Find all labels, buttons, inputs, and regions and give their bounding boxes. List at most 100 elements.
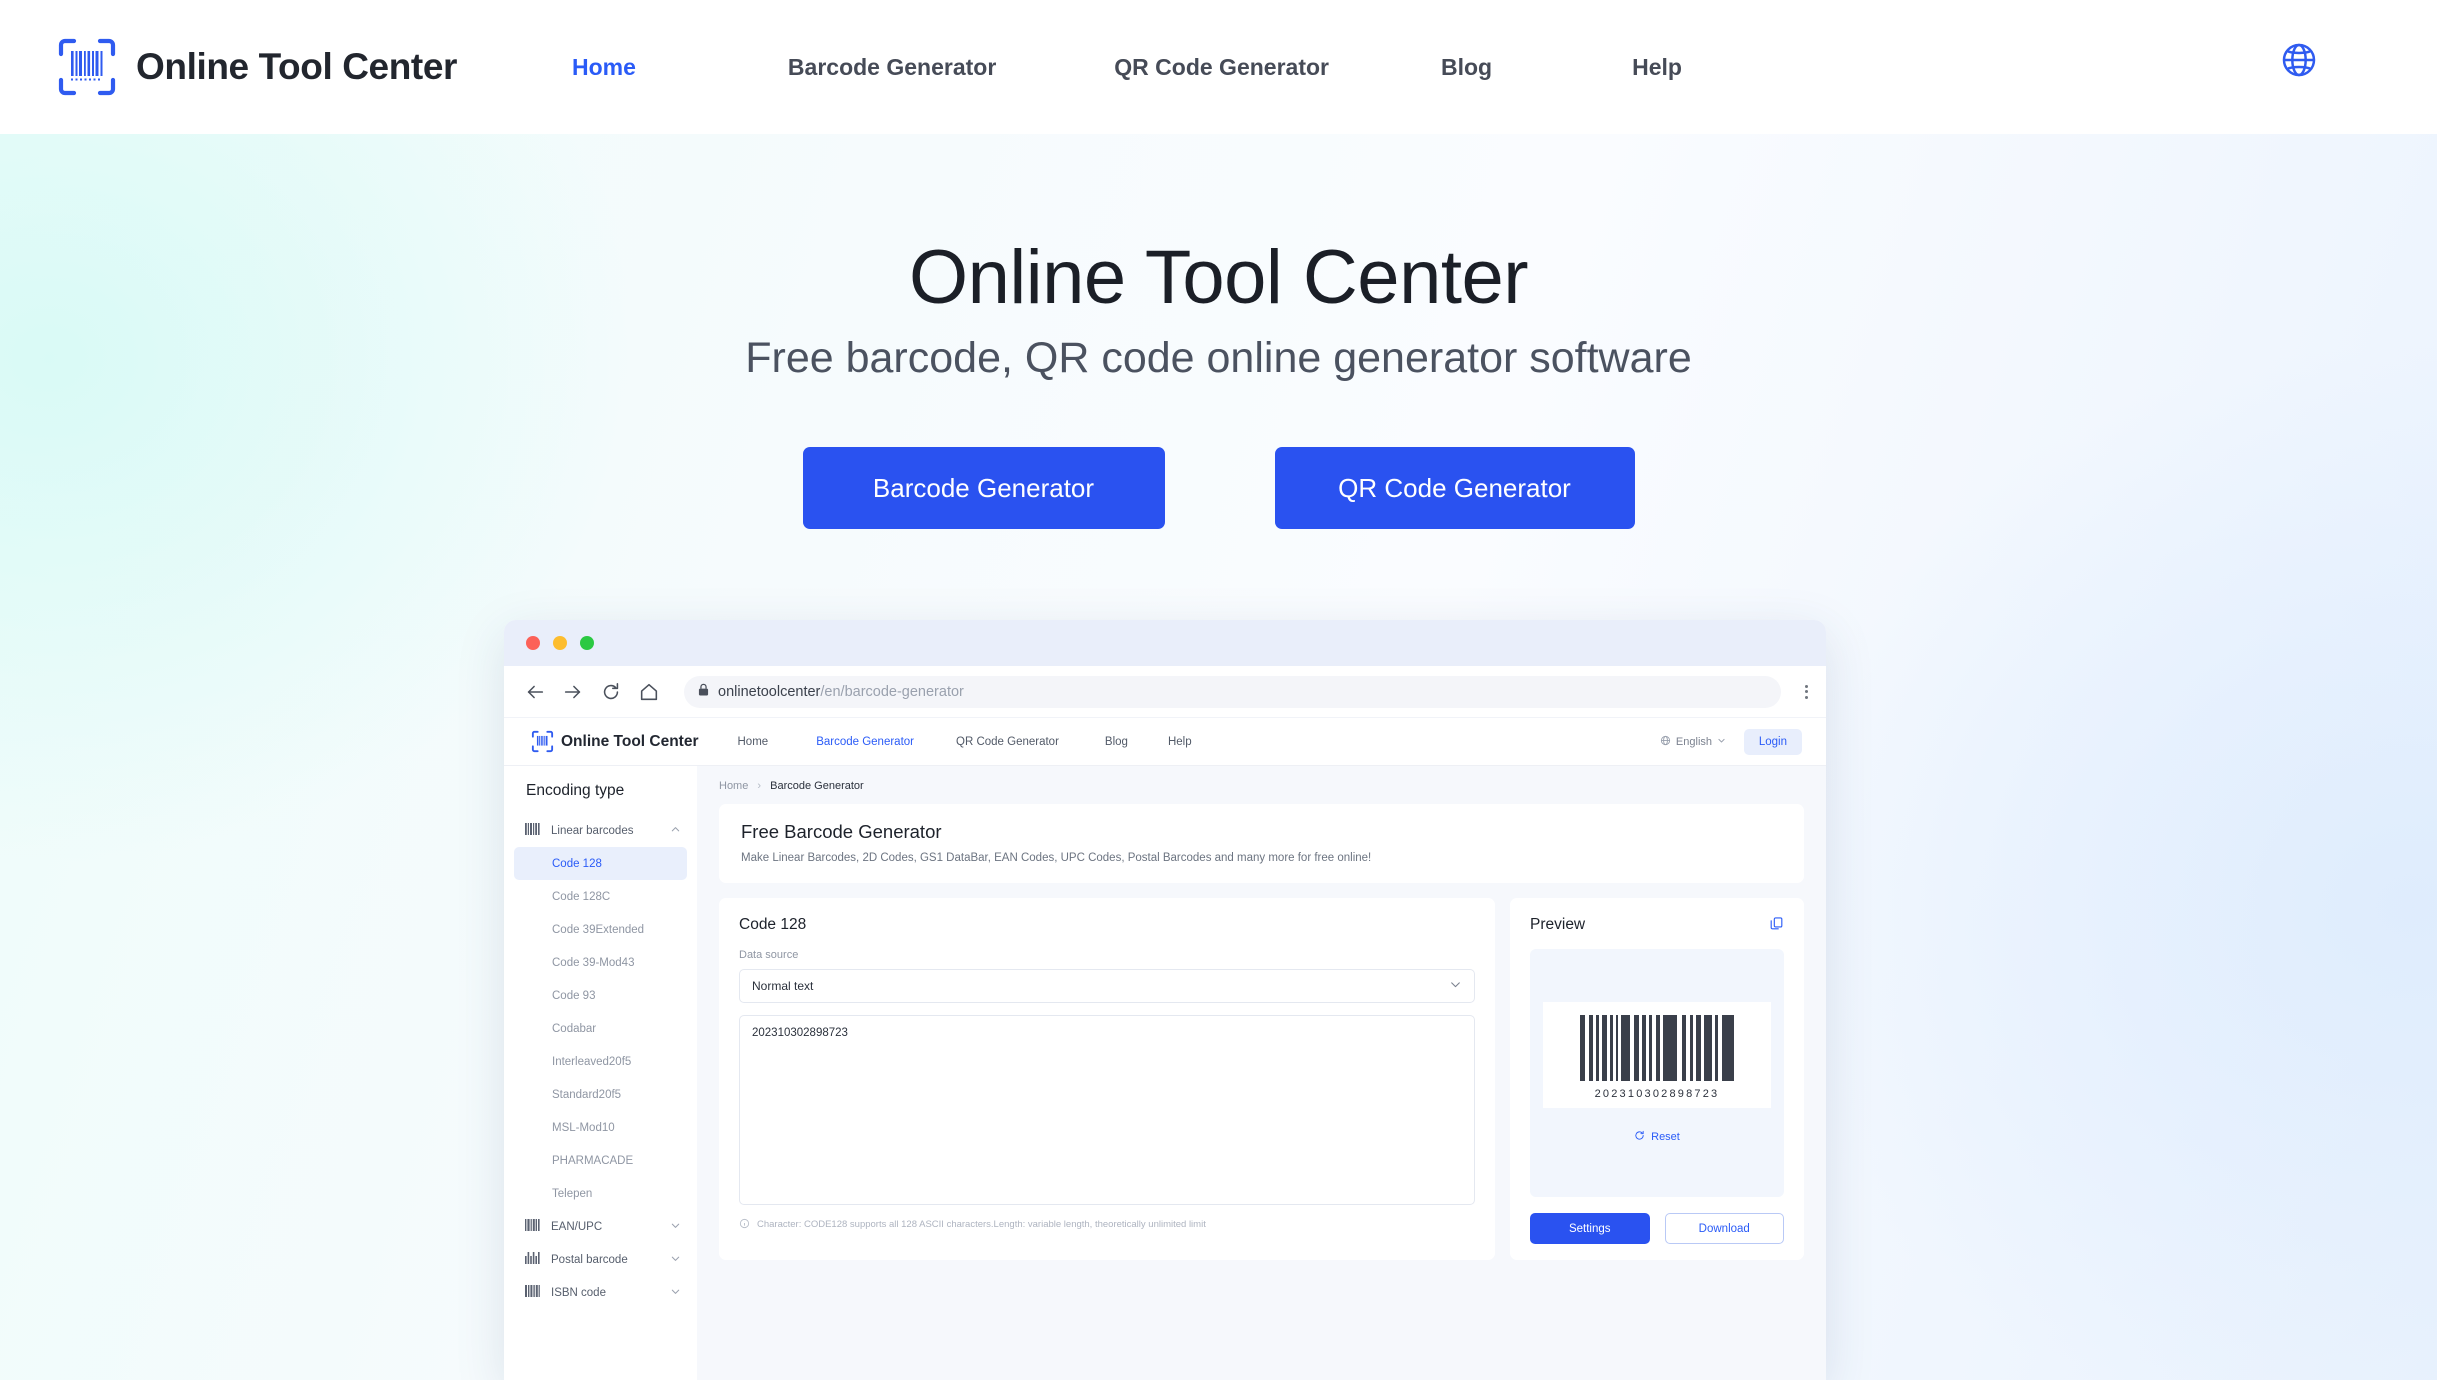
chevron-down-icon (1717, 736, 1726, 748)
barcode-bars (1580, 1015, 1734, 1081)
sidebar-group-label: Linear barcodes (551, 824, 634, 837)
reload-icon[interactable] (600, 681, 622, 703)
nav-item-help[interactable]: Help (1632, 54, 1682, 81)
globe-icon (1660, 735, 1671, 749)
brand-logo[interactable]: Online Tool Center (56, 36, 457, 98)
url-host: onlinetoolcenter (718, 683, 821, 700)
globe-icon[interactable] (2279, 40, 2319, 85)
barcode-icon (531, 730, 554, 753)
preview-card: Preview 202310302898723 Reset Settings D… (1510, 898, 1804, 1260)
sidebar-group-label: Postal barcode (551, 1253, 628, 1266)
sidebar-item-codabar[interactable]: Codabar (504, 1012, 697, 1045)
sidebar-group-isbn-code[interactable]: ISBN code (504, 1276, 697, 1309)
nav-item-qr-code-generator[interactable]: QR Code Generator (1114, 54, 1329, 81)
expand-more-icon (670, 1284, 681, 1302)
login-button[interactable]: Login (1743, 728, 1802, 755)
barcode-preview-area: 202310302898723 Reset (1530, 949, 1784, 1197)
preview-actions: Settings Download (1530, 1213, 1784, 1244)
data-source-value: Normal text (752, 979, 814, 993)
encoder-card: Code 128 Data source Normal text 2023103… (719, 898, 1495, 1260)
inner-nav-qr-code-generator[interactable]: QR Code Generator (956, 736, 1059, 748)
close-window-button[interactable] (526, 636, 540, 650)
download-button[interactable]: Download (1664, 1213, 1784, 1244)
lock-icon (698, 683, 709, 701)
intro-panel: Free Barcode Generator Make Linear Barco… (719, 804, 1804, 883)
settings-button[interactable]: Settings (1530, 1213, 1650, 1244)
inner-nav-help[interactable]: Help (1168, 736, 1192, 748)
qr-code-generator-button[interactable]: QR Code Generator (1274, 447, 1635, 529)
postal-barcode-icon (525, 1251, 540, 1269)
sidebar-item-code-93[interactable]: Code 93 (504, 979, 697, 1012)
sidebar-item-telepen[interactable]: Telepen (504, 1177, 697, 1210)
kebab-menu-icon[interactable] (1805, 684, 1808, 699)
sidebar-item-code-128c[interactable]: Code 128C (504, 880, 697, 913)
inner-nav-home[interactable]: Home (738, 736, 769, 748)
page-title: Online Tool Center (908, 235, 1529, 320)
barcode-icon (56, 36, 118, 98)
inner-site-header: Online Tool Center Home Barcode Generato… (504, 718, 1826, 766)
expand-more-icon (670, 1251, 681, 1269)
minimize-window-button[interactable] (553, 636, 567, 650)
inner-site-body: Encoding type Linear barcodes Code 128 C… (504, 766, 1826, 1380)
home-icon[interactable] (638, 681, 660, 703)
back-arrow-icon[interactable] (524, 681, 546, 703)
encoder-title: Code 128 (739, 916, 807, 933)
forward-arrow-icon[interactable] (562, 681, 584, 703)
sidebar-group-label: EAN/UPC (551, 1220, 603, 1233)
site-header: Online Tool Center Home Barcode Generato… (0, 0, 2437, 134)
barcode-icon (525, 1284, 540, 1302)
sidebar-title: Encoding type (526, 782, 625, 799)
expand-less-icon (670, 822, 681, 840)
inner-brand-logo[interactable]: Online Tool Center (531, 730, 699, 753)
main-content: Home › Barcode Generator Free Barcode Ge… (697, 766, 1826, 1380)
page-root: Online Tool Center Home Barcode Generato… (0, 0, 2437, 1380)
inner-navigation: Home Barcode Generator QR Code Generator… (738, 736, 1192, 748)
sidebar-item-msl-mod10[interactable]: MSL-Mod10 (504, 1111, 697, 1144)
brand-name: Online Tool Center (136, 46, 458, 87)
address-bar[interactable]: onlinetoolcenter/en/barcode-generator (684, 675, 1781, 708)
intro-description: Make Linear Barcodes, 2D Codes, GS1 Data… (741, 852, 1372, 864)
info-circle-icon (739, 1218, 750, 1234)
maximize-window-button[interactable] (580, 636, 594, 650)
url-path: /en/barcode-generator (820, 683, 964, 700)
expand-more-icon (670, 1218, 681, 1236)
sidebar-item-standard20f5[interactable]: Standard20f5 (504, 1078, 697, 1111)
barcode-digits: 202310302898723 (1594, 1088, 1720, 1100)
barcode-data-input[interactable]: 202310302898723 (739, 1015, 1475, 1205)
refresh-icon (1634, 1130, 1645, 1144)
reset-label: Reset (1651, 1131, 1680, 1143)
sidebar-item-interleaved20f5[interactable]: Interleaved20f5 (504, 1045, 697, 1078)
breadcrumb: Home › Barcode Generator (719, 780, 1804, 792)
copy-icon[interactable] (1769, 916, 1784, 936)
breadcrumb-home[interactable]: Home (719, 780, 748, 792)
sidebar-group-linear-barcodes[interactable]: Linear barcodes (504, 814, 697, 847)
encoder-hint: Character: CODE128 supports all 128 ASCI… (739, 1218, 1475, 1234)
reset-button[interactable]: Reset (1634, 1130, 1680, 1144)
nav-item-barcode-generator[interactable]: Barcode Generator (788, 54, 996, 81)
inner-nav-barcode-generator[interactable]: Barcode Generator (816, 736, 914, 748)
intro-title: Free Barcode Generator (741, 821, 942, 842)
nav-item-blog[interactable]: Blog (1441, 54, 1492, 81)
nav-item-home[interactable]: Home (572, 54, 636, 81)
inner-nav-blog[interactable]: Blog (1105, 736, 1128, 748)
main-navigation: Home Barcode Generator QR Code Generator… (572, 54, 1682, 81)
browser-titlebar (504, 620, 1826, 666)
sidebar-group-label: ISBN code (551, 1286, 606, 1299)
data-source-select[interactable]: Normal text (739, 969, 1475, 1003)
page-subtitle: Free barcode, QR code online generator s… (745, 334, 1692, 382)
inner-brand-name: Online Tool Center (561, 732, 699, 750)
encoding-type-sidebar: Encoding type Linear barcodes Code 128 C… (504, 766, 697, 1380)
sidebar-group-ean-upc[interactable]: EAN/UPC (504, 1210, 697, 1243)
sidebar-item-code-128[interactable]: Code 128 (514, 847, 687, 880)
generator-cards: Code 128 Data source Normal text 2023103… (719, 898, 1804, 1260)
sidebar-item-pharmacade[interactable]: PHARMACADE (504, 1144, 697, 1177)
sidebar-item-code-39extended[interactable]: Code 39Extended (504, 913, 697, 946)
browser-mockup: onlinetoolcenter/en/barcode-generator On… (504, 620, 1826, 1380)
cta-button-row: Barcode Generator QR Code Generator (0, 447, 2437, 529)
language-selector[interactable]: English (1660, 735, 1726, 749)
breadcrumb-current: Barcode Generator (770, 780, 864, 792)
sidebar-item-code-39-mod43[interactable]: Code 39-Mod43 (504, 946, 697, 979)
barcode-generator-button[interactable]: Barcode Generator (802, 447, 1165, 529)
barcode-icon (525, 1218, 540, 1236)
sidebar-group-postal-barcode[interactable]: Postal barcode (504, 1243, 697, 1276)
